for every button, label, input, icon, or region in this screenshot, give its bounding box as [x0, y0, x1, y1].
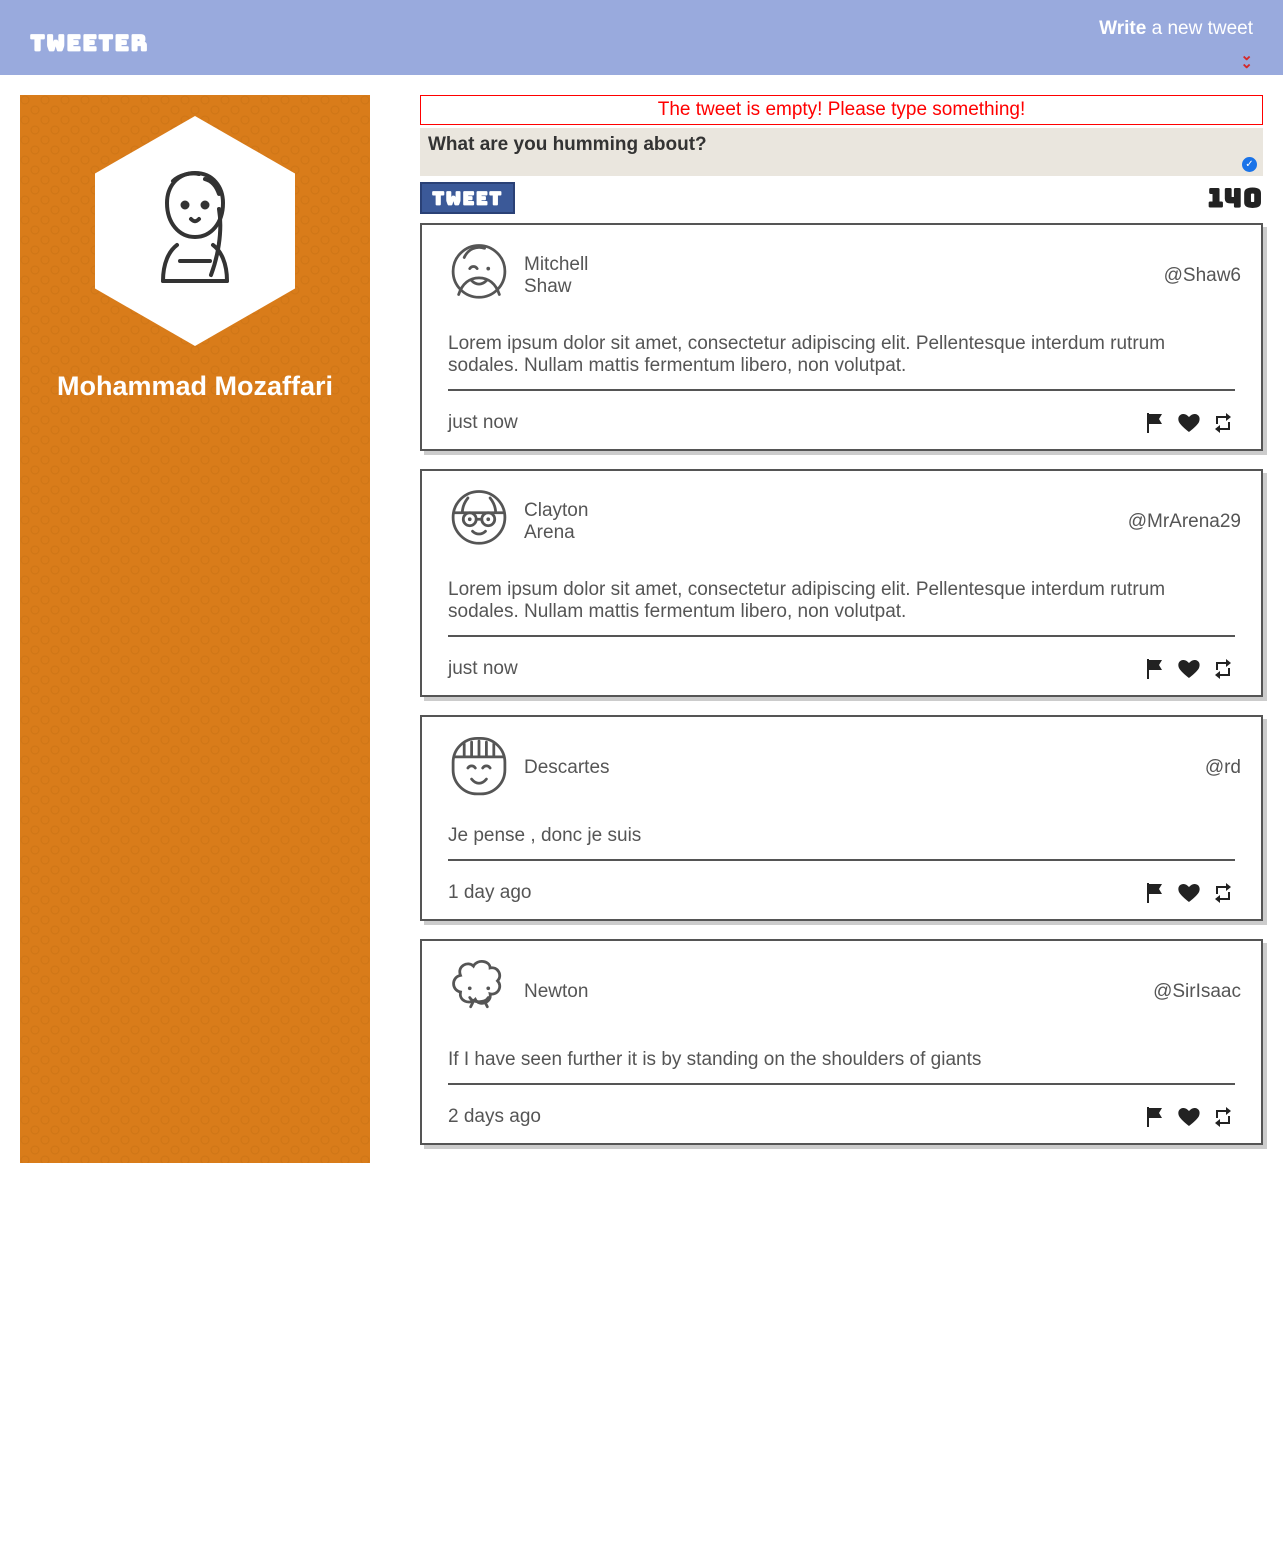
- tweet-handle: @rd: [1205, 757, 1241, 779]
- tweet-handle: @MrArena29: [1128, 511, 1241, 533]
- retweet-icon[interactable]: [1211, 881, 1235, 905]
- write-tweet-toggle[interactable]: Write a new tweet ⌄⌄: [1099, 18, 1253, 67]
- tweet-button[interactable]: TWEET: [420, 182, 515, 214]
- tweet-first-name: Clayton: [524, 500, 588, 522]
- tweet-header: Mitchell Shaw @Shaw6: [442, 239, 1241, 313]
- tweet-time: just now: [448, 658, 518, 680]
- avatar-icon: [442, 731, 516, 805]
- flag-icon[interactable]: [1143, 411, 1167, 435]
- retweet-icon[interactable]: [1211, 657, 1235, 681]
- tweet-body: Lorem ipsum dolor sit amet, consectetur …: [448, 579, 1235, 637]
- profile-name: Mohammad Mozaffari: [20, 371, 370, 402]
- tweet-body: Lorem ipsum dolor sit amet, consectetur …: [448, 333, 1235, 391]
- tweet-first-name: Mitchell: [524, 254, 588, 276]
- profile-avatar-hex: [95, 116, 295, 346]
- heart-icon[interactable]: [1177, 657, 1201, 681]
- tweet-handle: @SirIsaac: [1153, 981, 1241, 1003]
- avatar-icon: [442, 955, 516, 1029]
- flag-icon[interactable]: [1143, 657, 1167, 681]
- compose-textarea[interactable]: [420, 128, 1263, 170]
- profile-avatar-icon: [135, 161, 255, 301]
- logo: tweeter: [30, 28, 149, 58]
- tweet-header: Clayton Arena @MrArena29: [442, 485, 1241, 559]
- avatar-icon: [442, 239, 516, 313]
- tweet-body: Je pense , donc je suis: [448, 825, 1235, 861]
- tweet-time: 2 days ago: [448, 1106, 541, 1128]
- write-bold: Write: [1099, 18, 1146, 39]
- tweet-first-name: Descartes: [524, 757, 610, 779]
- avatar-icon: [442, 485, 516, 559]
- flag-icon[interactable]: [1143, 1105, 1167, 1129]
- navbar: tweeter Write a new tweet ⌄⌄: [0, 0, 1283, 75]
- profile-card: Mohammad Mozaffari: [20, 95, 370, 1163]
- check-icon: ✓: [1242, 157, 1257, 172]
- tweet-last-name: Arena: [524, 522, 588, 544]
- tweet-header: Newton @SirIsaac: [442, 955, 1241, 1029]
- tweet-card: Clayton Arena @MrArena29 Lorem ipsum dol…: [420, 469, 1263, 697]
- tweet-last-name: Shaw: [524, 276, 588, 298]
- tweet-card: Descartes @rd Je pense , donc je suis 1 …: [420, 715, 1263, 921]
- heart-icon[interactable]: [1177, 881, 1201, 905]
- tweet-first-name: Newton: [524, 981, 588, 1003]
- error-banner: The tweet is empty! Please type somethin…: [420, 95, 1263, 125]
- tweet-card: Newton @SirIsaac If I have seen further …: [420, 939, 1263, 1145]
- tweet-body: If I have seen further it is by standing…: [448, 1049, 1235, 1085]
- compose-area: ✓: [420, 128, 1263, 176]
- heart-icon[interactable]: [1177, 411, 1201, 435]
- retweet-icon[interactable]: [1211, 1105, 1235, 1129]
- tweet-time: 1 day ago: [448, 882, 531, 904]
- retweet-icon[interactable]: [1211, 411, 1235, 435]
- tweet-header: Descartes @rd: [442, 731, 1241, 805]
- heart-icon[interactable]: [1177, 1105, 1201, 1129]
- write-rest: a new tweet: [1146, 18, 1253, 39]
- tweet-handle: @Shaw6: [1164, 265, 1241, 287]
- flag-icon[interactable]: [1143, 881, 1167, 905]
- chevron-double-down-icon: ⌄⌄: [1240, 52, 1253, 67]
- char-counter: 140: [1208, 180, 1263, 215]
- tweet-time: just now: [448, 412, 518, 434]
- tweet-card: Mitchell Shaw @Shaw6 Lorem ipsum dolor s…: [420, 223, 1263, 451]
